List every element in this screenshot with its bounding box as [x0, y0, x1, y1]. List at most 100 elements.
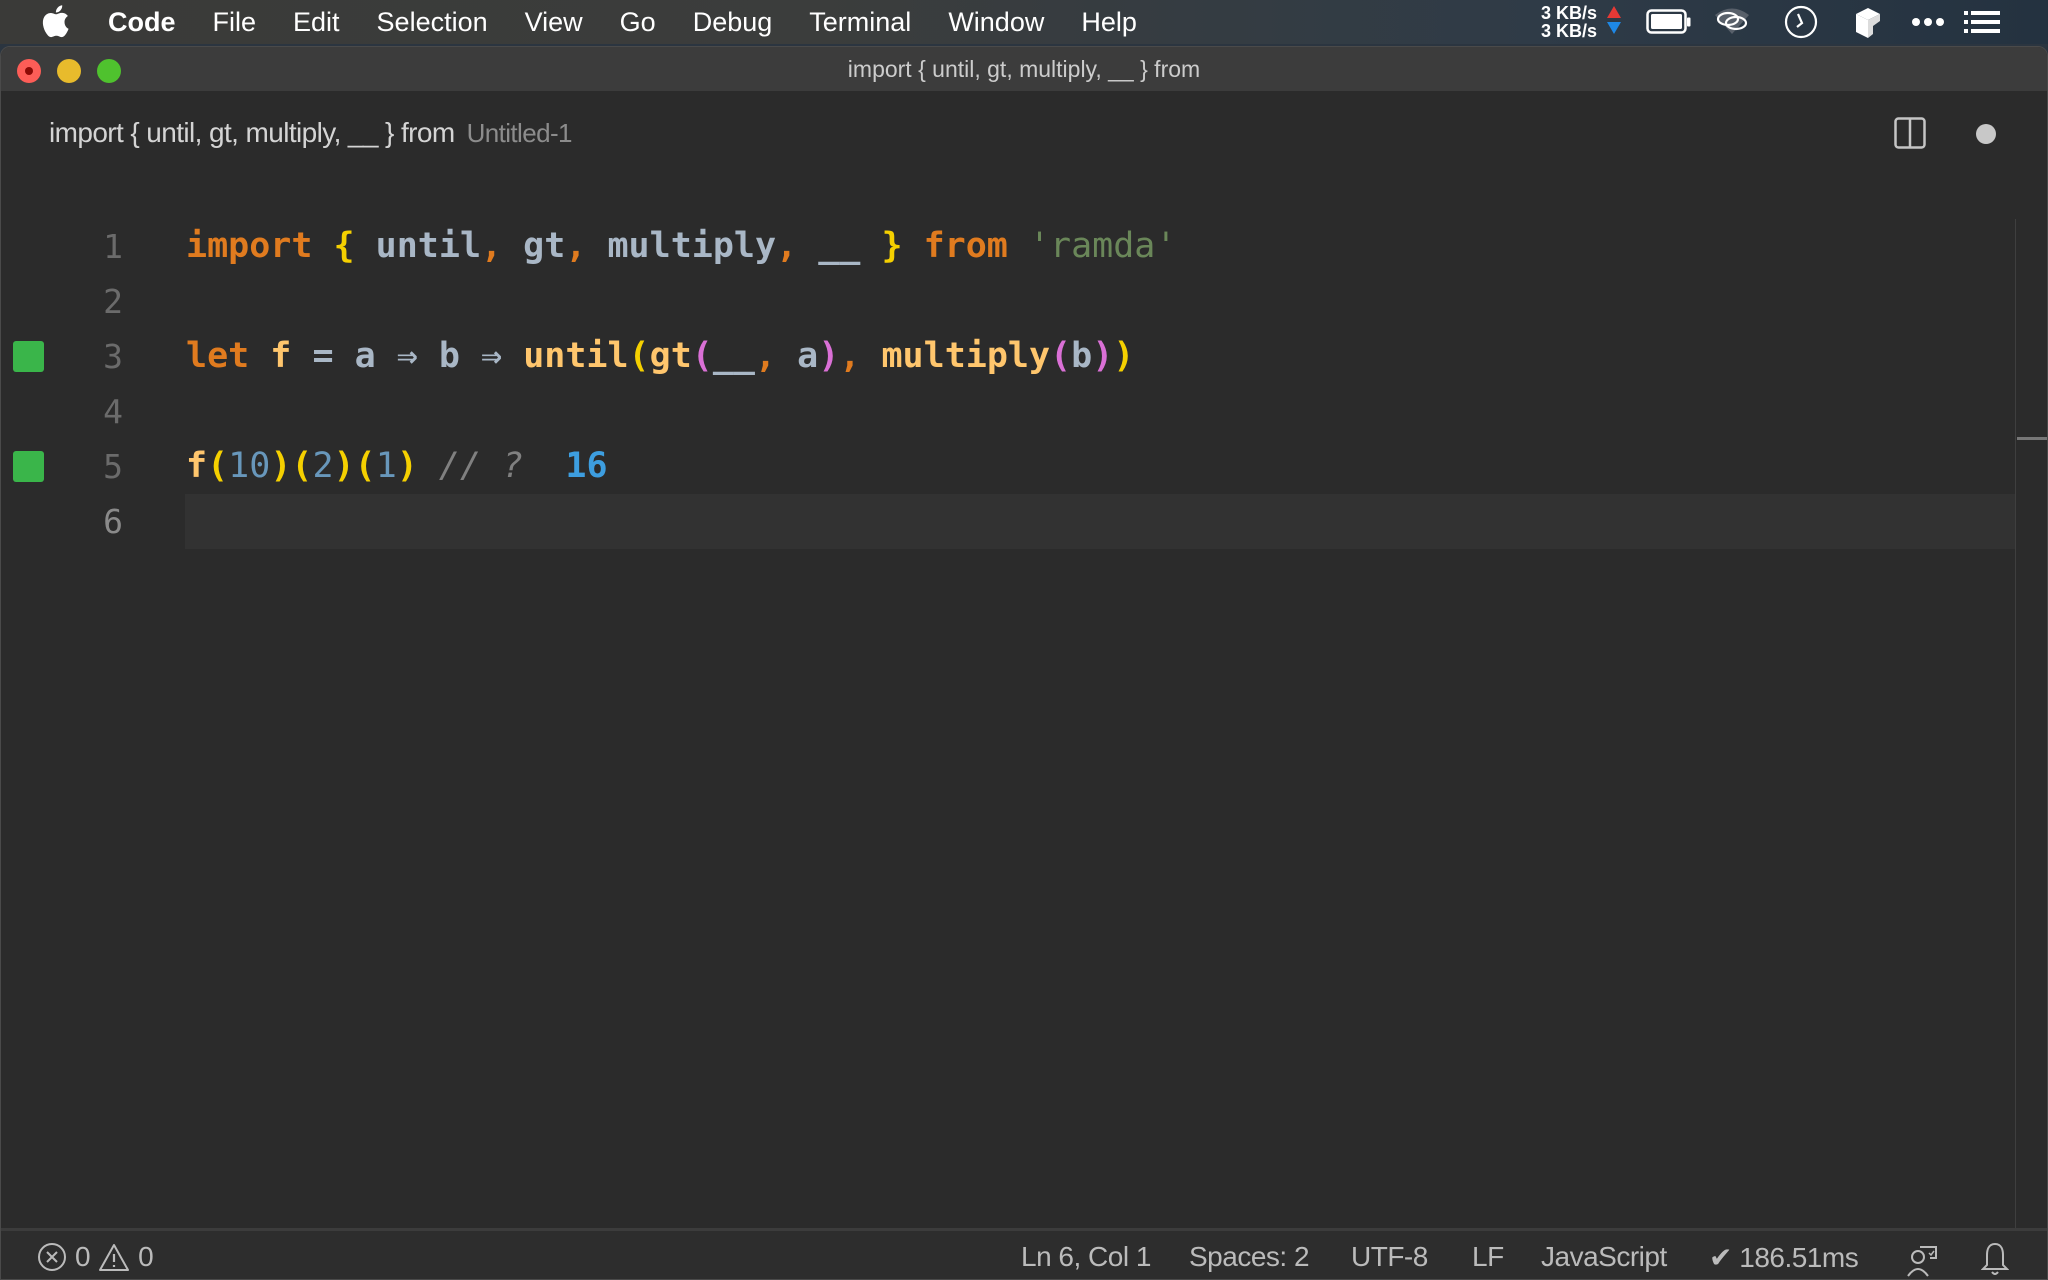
download-rate: 3 KB/s — [1541, 21, 1598, 41]
upload-arrow-icon — [1607, 6, 1621, 18]
call-multiply: multiply — [860, 336, 1051, 376]
vscode-window: import { until, gt, multiply, __ } from … — [0, 46, 2048, 1280]
arg-a: a — [776, 336, 819, 376]
code-line-3[interactable]: 3 let f = a ⇒ b ⇒ until(gt(__, a), multi… — [1, 329, 2015, 384]
list-icon[interactable] — [1964, 11, 2000, 33]
paren-open: ( — [291, 446, 313, 486]
menu-window[interactable]: Window — [948, 7, 1044, 38]
line-number: 1 — [103, 227, 123, 266]
string-module: 'ramda' — [1007, 226, 1177, 266]
apple-logo-icon[interactable] — [40, 4, 70, 38]
code-line-6[interactable]: 6 — [1, 494, 2015, 549]
notifications-bell-icon[interactable] — [1981, 1239, 2009, 1279]
menu-selection[interactable]: Selection — [377, 7, 488, 38]
overview-ruler-cursor-marker — [2017, 437, 2047, 440]
menu-help[interactable]: Help — [1081, 7, 1137, 38]
encoding-selector[interactable]: UTF-8 — [1351, 1237, 1428, 1277]
menu-items: Code File Edit Selection View Go Debug T… — [108, 0, 1174, 44]
brace-close: } — [881, 226, 903, 266]
network-monitor[interactable]: 3 KB/s 3 KB/s — [1541, 4, 1597, 40]
paren-open: ( — [628, 336, 650, 376]
number-literal: 10 — [228, 446, 271, 486]
call-f: f — [186, 446, 208, 486]
status-bar: 0 0 Ln 6, Col 1 Spaces: 2 UTF-8 LF JavaS… — [1, 1228, 2047, 1280]
arrow-operator: ⇒ — [375, 336, 439, 376]
line-content: f(10)(2)(1) // ? 16 — [186, 439, 608, 494]
paren-close: ) — [333, 446, 355, 486]
paren-open: ( — [691, 336, 713, 376]
call-until: until — [523, 336, 629, 376]
menu-view[interactable]: View — [525, 7, 583, 38]
code-line-2[interactable]: 2 — [1, 274, 2015, 329]
line-number: 2 — [103, 282, 123, 321]
paren-open: ( — [207, 446, 229, 486]
end-of-line-selector[interactable]: LF — [1472, 1237, 1504, 1277]
comma: , — [481, 226, 503, 266]
indentation-selector[interactable]: Spaces: 2 — [1189, 1237, 1310, 1277]
line-number: 6 — [103, 502, 123, 541]
menu-edit[interactable]: Edit — [293, 7, 340, 38]
macos-menu-bar: Code File Edit Selection View Go Debug T… — [0, 0, 2048, 44]
identifier-placeholder: __ — [712, 336, 756, 376]
paren-close: ) — [1092, 336, 1114, 376]
language-mode-selector[interactable]: JavaScript — [1541, 1237, 1667, 1277]
warning-icon — [99, 1244, 130, 1271]
battery-icon[interactable] — [1646, 9, 1692, 35]
identifier-f: f — [249, 336, 292, 376]
param-b: b — [438, 336, 460, 376]
keyword-from: from — [902, 226, 1008, 266]
vertical-scrollbar[interactable] — [2015, 219, 2047, 1279]
menu-app-code[interactable]: Code — [108, 7, 176, 38]
line-content: let f = a ⇒ b ⇒ until(gt(__, a), multipl… — [186, 329, 1134, 384]
paren-open: ( — [1050, 336, 1072, 376]
problems-indicator[interactable]: 0 0 — [37, 1237, 154, 1277]
clock-icon[interactable] — [1784, 5, 1818, 39]
warning-count: 0 — [138, 1241, 154, 1272]
editor-tab[interactable]: import { until, gt, multiply, __ } from U… — [49, 117, 572, 149]
feedback-icon[interactable] — [1906, 1241, 1938, 1280]
comma: , — [565, 226, 587, 266]
code-line-5[interactable]: 5 f(10)(2)(1) // ? 16 — [1, 439, 2015, 494]
number-literal: 2 — [312, 446, 334, 486]
coverage-marker-icon — [13, 341, 44, 372]
title-bar[interactable]: import { until, gt, multiply, __ } from — [1, 47, 2047, 91]
identifier-until: until — [354, 226, 482, 266]
cube-icon[interactable] — [1853, 6, 1883, 40]
close-window-button[interactable] — [17, 59, 41, 83]
paren-close: ) — [818, 336, 840, 376]
more-icon[interactable] — [1911, 15, 1945, 29]
quokka-timing[interactable]: ✔ 186.51ms — [1709, 1237, 1859, 1277]
arrow-operator: ⇒ — [459, 336, 524, 376]
paren-open: ( — [354, 446, 376, 486]
code-line-4[interactable]: 4 — [1, 384, 2015, 439]
error-icon — [38, 1243, 66, 1271]
network-arrows — [1607, 6, 1621, 34]
comma: , — [839, 336, 861, 376]
identifier-placeholder: __ — [797, 226, 882, 266]
wifi-icon[interactable] — [1713, 6, 1751, 36]
maximize-window-button[interactable] — [97, 59, 121, 83]
tab-description: Untitled-1 — [466, 118, 573, 148]
minimize-window-button[interactable] — [57, 59, 81, 83]
cursor-position[interactable]: Ln 6, Col 1 — [1021, 1237, 1151, 1277]
split-editor-icon[interactable] — [1894, 117, 1926, 149]
identifier-gt: gt — [502, 226, 566, 266]
menu-go[interactable]: Go — [620, 7, 656, 38]
keyword-import: import — [186, 226, 313, 266]
unsaved-changes-dot-icon[interactable] — [1976, 124, 1996, 144]
quokka-comment: // ? — [417, 446, 566, 486]
code-line-1[interactable]: 1 import { until, gt, multiply, __ } fro… — [1, 219, 2015, 274]
operator-equals: = — [291, 336, 355, 376]
brace-open: { — [333, 226, 355, 266]
inline-result-value: 16 — [565, 446, 608, 486]
paren-close: ) — [270, 446, 292, 486]
window-title: import { until, gt, multiply, __ } from — [847, 55, 1201, 82]
arg-b: b — [1071, 336, 1093, 376]
code-editor[interactable]: 1 import { until, gt, multiply, __ } fro… — [1, 179, 2047, 1279]
line-number: 5 — [103, 447, 123, 486]
menu-debug[interactable]: Debug — [693, 7, 773, 38]
line-number: 4 — [103, 392, 123, 431]
keyword-let: let — [186, 336, 250, 376]
menu-terminal[interactable]: Terminal — [809, 7, 911, 38]
menu-file[interactable]: File — [213, 7, 257, 38]
